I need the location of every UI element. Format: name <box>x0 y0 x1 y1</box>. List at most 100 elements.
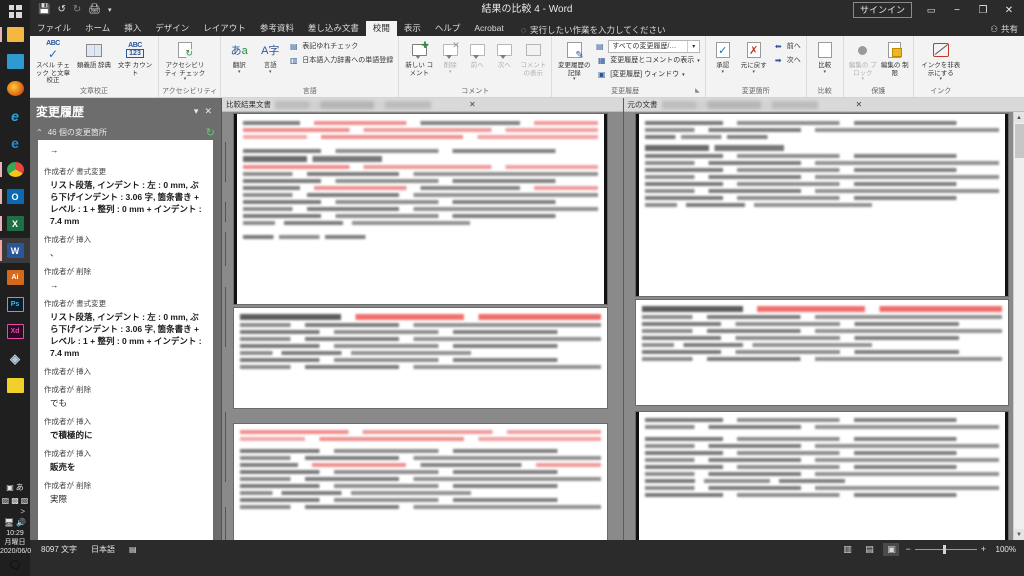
compared-document-canvas[interactable] <box>222 112 623 540</box>
clock-date[interactable]: 2020/06/0 <box>0 547 31 556</box>
zoom-out-button[interactable]: − <box>905 544 910 554</box>
undo-icon[interactable]: ↺ <box>57 5 65 15</box>
translate-button[interactable]: あa 翻訳 ▾ <box>224 38 254 75</box>
taskbar-item-outlook[interactable]: O <box>0 184 30 209</box>
scroll-up-icon[interactable]: ▲ <box>1013 112 1024 123</box>
taskbar-item-bridge[interactable]: ◈ <box>0 346 30 371</box>
clock-day[interactable]: 月曜日 <box>0 538 30 547</box>
accessibility-check-button[interactable]: アクセシビリティ チェック ▾ <box>162 38 208 82</box>
word-count-button[interactable]: ABC 123 文字 カウント <box>115 38 155 77</box>
delete-comment-caret-icon[interactable]: ▾ <box>449 69 452 75</box>
tab-view[interactable]: 表示 <box>397 21 428 36</box>
tab-references[interactable]: 参考資料 <box>253 21 301 36</box>
read-mode-icon[interactable]: ▥ <box>839 543 855 556</box>
block-authors-button[interactable]: 編集の ブロック ▾ <box>847 38 879 82</box>
scroll-down-icon[interactable]: ▼ <box>1013 529 1024 540</box>
next-comment-button[interactable]: 次へ <box>491 38 517 70</box>
tab-mailings[interactable]: 差し込み文書 <box>301 21 366 36</box>
reject-change-button[interactable]: ✗ 元に戻す ▾ <box>738 38 770 75</box>
taskbar-item-file-explorer[interactable] <box>0 22 30 47</box>
next-change-button[interactable]: ➡ 次へ <box>771 54 803 67</box>
taskbar-item-word[interactable]: W <box>0 238 30 263</box>
tab-home[interactable]: ホーム <box>78 21 117 36</box>
taskbar-item-sticky-notes[interactable] <box>0 373 30 398</box>
revision-item[interactable]: 作成者が 削除 実際 <box>44 480 207 505</box>
tracking-dialog-launcher[interactable]: ◣ <box>695 86 702 97</box>
language-button[interactable]: A字 言語 ▾ <box>255 38 285 75</box>
revision-item[interactable]: 作成者が 挿入 で積極的に <box>44 416 207 441</box>
word-count-status[interactable]: 8097 文字 <box>34 544 84 555</box>
tell-me-box[interactable]: ◌ 実行したい作業を入力してください <box>511 24 666 36</box>
ime-indicator[interactable]: ▣ あ <box>0 481 30 494</box>
track-changes-button[interactable]: 変更履歴の 記録 ▾ <box>555 38 593 82</box>
revision-list[interactable]: → 作成者が 書式変更 リスト段落, インデント : 左 : 0 mm, ぶら下… <box>38 140 213 540</box>
notification-center-button[interactable]: 🗨 <box>0 556 30 574</box>
chevron-down-icon[interactable]: ▾ <box>687 41 699 52</box>
track-changes-caret-icon[interactable]: ▾ <box>573 77 576 82</box>
close-button[interactable]: ✕ <box>996 0 1022 20</box>
zoom-slider-thumb[interactable] <box>942 544 946 554</box>
sign-in-button[interactable]: サインイン <box>852 2 912 18</box>
display-for-review-dropdown[interactable]: ▤ すべての変更履歴/… ▾ <box>594 40 702 53</box>
taskbar-item-store[interactable] <box>0 49 30 74</box>
delete-comment-button[interactable]: ✕ 削除 ▾ <box>437 38 463 75</box>
reviewing-pane-button[interactable]: ▣ [変更履歴] ウィンドウ ▾ <box>594 68 702 81</box>
revision-item[interactable]: 作成者が 削除 でも <box>44 384 207 409</box>
chevron-up-icon[interactable]: ⌃ <box>36 128 43 137</box>
web-layout-icon[interactable]: ▤ <box>861 543 877 556</box>
tab-file[interactable]: ファイル <box>30 21 78 36</box>
proofing-status-icon[interactable]: ▤ <box>122 545 144 554</box>
compare-caret-icon[interactable]: ▾ <box>823 69 826 75</box>
previous-comment-button[interactable]: 前へ <box>464 38 490 70</box>
show-hidden-icons-button[interactable]: ˃ <box>0 507 30 516</box>
compared-document-close-icon[interactable]: ✕ <box>465 100 476 109</box>
taskbar-item-firefox[interactable] <box>0 76 30 101</box>
reviewing-pane-options-icon[interactable]: ▾ <box>191 106 202 117</box>
tab-design[interactable]: デザイン <box>148 21 196 36</box>
compare-button[interactable]: 比較 ▾ <box>810 38 840 75</box>
customize-quick-access-icon[interactable]: ▾ <box>108 7 112 14</box>
accept-change-button[interactable]: ✓ 承認 ▾ <box>709 38 737 75</box>
restore-button[interactable]: ❐ <box>970 0 996 20</box>
share-button[interactable]: ⚇ 共有 <box>990 23 1018 35</box>
ribbon-display-options-icon[interactable]: ▭ <box>918 0 944 20</box>
revision-item[interactable]: 作成者が 挿入 、 <box>44 234 207 259</box>
tab-review[interactable]: 校閲 <box>365 21 397 36</box>
accessibility-caret-icon[interactable]: ▾ <box>184 77 187 82</box>
taskbar-item-edge[interactable]: e <box>0 130 30 155</box>
reviewing-pane-close-icon[interactable]: ✕ <box>201 106 215 117</box>
scrollbar-thumb[interactable] <box>1014 124 1024 158</box>
vertical-scrollbar[interactable]: ▲ ▼ <box>1013 112 1024 540</box>
original-document-close-icon[interactable]: ✕ <box>852 100 863 109</box>
taskbar-item-illustrator[interactable]: Ai <box>0 265 30 290</box>
taskbar-item-chrome[interactable] <box>0 157 30 182</box>
print-preview-icon[interactable]: 🖨 <box>88 5 101 15</box>
taskbar-item-photoshop[interactable]: Ps <box>0 292 30 317</box>
reject-caret-icon[interactable]: ▾ <box>752 69 755 75</box>
restrict-editing-button[interactable]: 編集の 制限 <box>880 38 910 77</box>
tab-help[interactable]: ヘルプ <box>428 21 468 36</box>
previous-change-button[interactable]: ⬅ 前へ <box>771 40 803 53</box>
clock-time[interactable]: 10:29 <box>0 529 30 538</box>
save-icon[interactable]: 💾 <box>38 5 50 15</box>
taskbar-item-excel[interactable]: X <box>0 211 30 236</box>
show-comments-button[interactable]: コメント の表示 <box>518 38 548 77</box>
thesaurus-button[interactable]: 類義語 辞典 <box>74 38 114 70</box>
taskbar-item-xd[interactable]: Xd <box>0 319 30 344</box>
translate-caret-icon[interactable]: ▾ <box>238 69 241 75</box>
redo-icon[interactable]: ↻ <box>73 5 81 15</box>
tab-layout[interactable]: レイアウト <box>196 21 253 36</box>
refresh-icon[interactable]: ↻ <box>206 126 215 139</box>
tray-app-icons[interactable]: ▨ ▩ ▧ <box>0 494 30 507</box>
revision-item[interactable]: 作成者が 挿入 販売を <box>44 448 207 473</box>
block-authors-caret-icon[interactable]: ▾ <box>861 77 864 82</box>
tab-insert[interactable]: 挿入 <box>117 21 148 36</box>
revision-item[interactable]: 作成者が 書式変更 リスト段落, インデント : 左 : 0 mm, ぶら下げイ… <box>44 166 207 227</box>
hide-ink-caret-icon[interactable]: ▾ <box>939 77 942 82</box>
tab-acrobat[interactable]: Acrobat <box>467 21 510 36</box>
reviewing-pane-summary[interactable]: ⌃ 46 個の変更箇所 ↻ <box>30 124 221 140</box>
ime-dictionary-button[interactable]: ▥ 日本語入力辞書への単語登録 <box>286 54 395 67</box>
zoom-level-label[interactable]: 100% <box>992 545 1016 554</box>
revision-item[interactable]: 作成者が 挿入 <box>44 366 207 377</box>
show-markup-button[interactable]: ▦ 変更履歴とコメントの表示 ▾ <box>594 54 702 67</box>
